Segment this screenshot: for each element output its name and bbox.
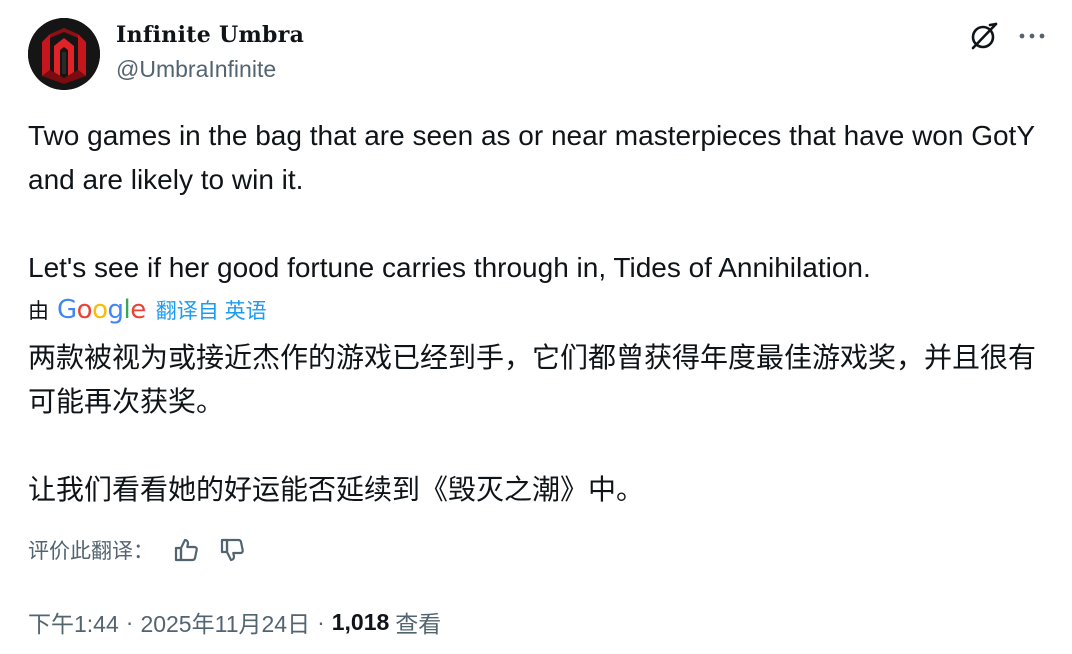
tweet-header: Infinite Umbra @UmbraInfinite: [28, 18, 1048, 92]
translated-paragraph: 两款被视为或接近杰作的游戏已经到手，它们都曾获得年度最佳游戏奖，并且很有可能再次…: [28, 342, 1037, 417]
google-logo-letter: g: [107, 295, 125, 325]
rate-translation: 评价此翻译：: [28, 532, 264, 568]
translation-attribution: 由 Google 翻译自 英语: [28, 293, 267, 327]
tweet-date[interactable]: 2025年11月24日: [140, 605, 310, 639]
tweet-paragraph: Two games in the bag that are seen as or…: [28, 120, 1035, 195]
tweet-meta: 下午1:44 · 2025年11月24日 · 1,018 查看: [28, 604, 441, 640]
views-count: 1,018: [331, 608, 390, 635]
thumbs-up-icon[interactable]: [172, 535, 202, 565]
red-chevron-logo-icon: [28, 18, 100, 90]
translated-from-link[interactable]: 翻译自 英语: [156, 295, 267, 325]
rate-translation-label: 评价此翻译：: [28, 540, 154, 563]
translated-by-label: 由: [28, 300, 49, 323]
thumbs-down-icon[interactable]: [218, 535, 248, 565]
tweet-time[interactable]: 下午1:44: [28, 605, 119, 639]
tweet-text: Two games in the bag that are seen as or…: [28, 114, 1048, 290]
tweet-paragraph: Let's see if her good fortune carries th…: [28, 252, 871, 283]
google-logo-letter: G: [57, 295, 77, 325]
translated-text: 两款被视为或接近杰作的游戏已经到手，它们都曾获得年度最佳游戏奖，并且很有可能再次…: [28, 336, 1052, 512]
google-logo-letter: o: [76, 295, 93, 325]
google-logo: Google: [57, 295, 146, 325]
views-label: 查看: [395, 611, 442, 637]
google-logo-letter: l: [123, 295, 131, 325]
author-display-name[interactable]: Infinite Umbra: [116, 20, 304, 50]
grok-icon[interactable]: [968, 20, 1000, 52]
translated-paragraph: 让我们看看她的好运能否延续到《毁灭之潮》中。: [28, 474, 645, 505]
google-logo-letter: e: [130, 295, 146, 325]
author-names: Infinite Umbra @UmbraInfinite: [116, 20, 304, 86]
avatar[interactable]: [28, 18, 100, 90]
author-handle[interactable]: @UmbraInfinite: [116, 52, 304, 86]
more-horizontal-icon[interactable]: [1016, 20, 1048, 52]
meta-separator: ·: [317, 608, 325, 635]
google-logo-letter: o: [92, 295, 108, 325]
meta-separator: ·: [125, 608, 134, 635]
